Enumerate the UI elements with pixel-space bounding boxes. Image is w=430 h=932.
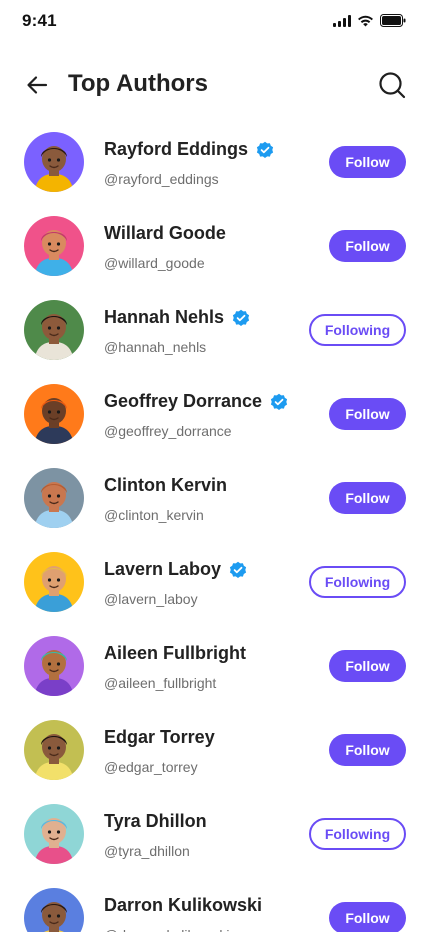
- app-header: Top Authors: [0, 60, 430, 110]
- back-arrow-icon[interactable]: [24, 72, 50, 98]
- follow-button[interactable]: Follow: [329, 398, 406, 430]
- follow-button[interactable]: Follow: [329, 650, 406, 682]
- author-row[interactable]: Tyra Dhillon @tyra_dhillon Following: [0, 792, 430, 876]
- follow-button[interactable]: Follow: [329, 902, 406, 932]
- author-handle: @darron_kulikowski: [104, 927, 229, 932]
- cellular-signal-icon: [333, 14, 351, 27]
- author-name-text: Aileen Fullbright: [104, 643, 246, 663]
- author-name[interactable]: Aileen Fullbright: [104, 643, 246, 664]
- author-row[interactable]: Darron Kulikowski @darron_kulikowski Follo…: [0, 876, 430, 932]
- author-handle: @lavern_laboy: [104, 591, 198, 607]
- author-handle: @willard_goode: [104, 255, 205, 271]
- verified-badge-icon: [232, 309, 250, 327]
- author-handle: @edgar_torrey: [104, 759, 198, 775]
- author-name[interactable]: Geoffrey Dorrance: [104, 391, 288, 412]
- follow-button[interactable]: Follow: [329, 482, 406, 514]
- author-name-text: Rayford Eddings: [104, 139, 249, 159]
- author-row[interactable]: Geoffrey Dorrance @geoffrey_dorrance Follo…: [0, 372, 430, 456]
- author-name-text: Clinton Kervin: [104, 475, 228, 495]
- author-avatar[interactable]: [24, 468, 84, 528]
- author-handle: @tyra_dhillon: [104, 843, 190, 859]
- following-button[interactable]: Following: [309, 314, 406, 346]
- author-name[interactable]: Tyra Dhillon: [104, 811, 207, 832]
- author-name[interactable]: Lavern Laboy: [104, 559, 247, 580]
- author-name-text: Edgar Torrey: [104, 727, 215, 747]
- author-name[interactable]: Clinton Kervin: [104, 475, 227, 496]
- author-name-text: Geoffrey Dorrance: [104, 391, 263, 411]
- author-name[interactable]: Willard Goode: [104, 223, 226, 244]
- author-avatar[interactable]: [24, 132, 84, 192]
- status-bar: 9:41: [0, 0, 430, 44]
- author-avatar[interactable]: [24, 384, 84, 444]
- following-button[interactable]: Following: [309, 566, 406, 598]
- author-name[interactable]: Hannah Nehls: [104, 307, 250, 328]
- author-row[interactable]: Edgar Torrey @edgar_torrey Follow: [0, 708, 430, 792]
- wifi-icon: [358, 15, 373, 26]
- author-handle: @hannah_nehls: [104, 339, 207, 355]
- author-row[interactable]: Willard Goode @willard_goode Follow: [0, 204, 430, 288]
- battery-icon: [380, 14, 406, 27]
- author-avatar[interactable]: [24, 804, 84, 864]
- status-icons: [333, 14, 406, 27]
- verified-badge-icon: [229, 561, 247, 579]
- author-handle: @aileen_fullbright: [104, 675, 217, 691]
- author-list: Rayford Eddings @rayford_eddings Follow Wil…: [0, 120, 430, 932]
- author-avatar[interactable]: [24, 216, 84, 276]
- author-name-text: Hannah Nehls: [104, 307, 225, 327]
- following-button[interactable]: Following: [309, 818, 406, 850]
- author-name-text: Darron Kulikowski: [104, 895, 263, 915]
- author-row[interactable]: Clinton Kervin @clinton_kervin Follow: [0, 456, 430, 540]
- page-title: Top Authors: [68, 70, 208, 97]
- author-avatar[interactable]: [24, 300, 84, 360]
- author-name[interactable]: Edgar Torrey: [104, 727, 215, 748]
- follow-button[interactable]: Follow: [329, 734, 406, 766]
- author-avatar[interactable]: [24, 552, 84, 612]
- verified-badge-icon: [270, 393, 288, 411]
- author-row[interactable]: Rayford Eddings @rayford_eddings Follow: [0, 120, 430, 204]
- follow-button[interactable]: Follow: [329, 146, 406, 178]
- author-handle: @geoffrey_dorrance: [104, 423, 232, 439]
- author-handle: @rayford_eddings: [104, 171, 219, 187]
- author-name-text: Lavern Laboy: [104, 559, 222, 579]
- author-avatar[interactable]: [24, 636, 84, 696]
- author-name[interactable]: Darron Kulikowski: [104, 895, 262, 916]
- author-row[interactable]: Aileen Fullbright @aileen_fullbright Follo…: [0, 624, 430, 708]
- author-avatar[interactable]: [24, 720, 84, 780]
- author-handle: @clinton_kervin: [104, 507, 204, 523]
- search-icon[interactable]: [378, 71, 406, 99]
- author-name[interactable]: Rayford Eddings: [104, 139, 274, 160]
- author-row[interactable]: Lavern Laboy @lavern_laboy Following: [0, 540, 430, 624]
- author-row[interactable]: Hannah Nehls @hannah_nehls Following: [0, 288, 430, 372]
- author-name-text: Willard Goode: [104, 223, 226, 243]
- author-name-text: Tyra Dhillon: [104, 811, 207, 831]
- author-avatar[interactable]: [24, 888, 84, 932]
- verified-badge-icon: [256, 141, 274, 159]
- status-time: 9:41: [22, 11, 57, 30]
- follow-button[interactable]: Follow: [329, 230, 406, 262]
